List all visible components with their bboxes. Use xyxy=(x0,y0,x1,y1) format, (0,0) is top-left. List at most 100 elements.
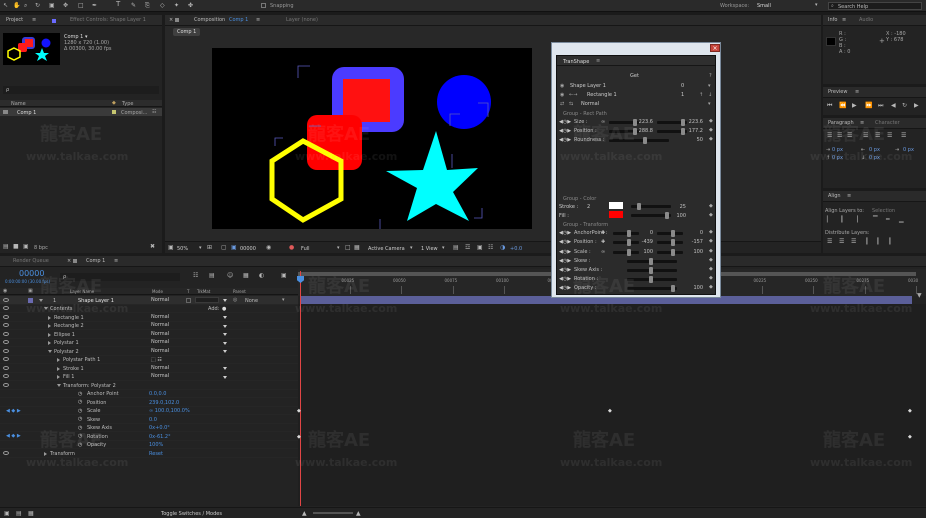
blend-link-icon[interactable]: ⇆ xyxy=(569,101,573,107)
timeline-row[interactable]: Transform Reset xyxy=(0,449,298,458)
visibility-eye-icon[interactable] xyxy=(3,331,9,336)
justify-left-icon[interactable]: ☰ xyxy=(863,132,868,139)
tab-transhape[interactable]: TranShape xyxy=(563,59,589,65)
transhape-slider-knob[interactable] xyxy=(627,230,631,237)
timeline-row[interactable]: Rectangle 2 Normal xyxy=(0,322,298,330)
align-target-select[interactable]: Selection xyxy=(872,208,895,214)
disclosure-triangle-icon[interactable] xyxy=(48,315,51,320)
exposure-icon[interactable]: ◑ xyxy=(500,244,505,251)
new-comp-icon[interactable]: ▣ xyxy=(23,243,29,250)
project-row-comp1[interactable]: Comp 1 Composi... ☷ xyxy=(0,108,162,116)
comp-menu-icon[interactable]: ≡ xyxy=(256,17,260,23)
distribute-bottom-icon[interactable]: ☰ xyxy=(851,238,856,245)
align-top-edges-icon[interactable]: ▔ xyxy=(873,216,878,223)
visibility-eye-icon[interactable] xyxy=(3,297,9,302)
blend-mode-select[interactable]: Normal xyxy=(151,322,228,329)
col-t[interactable]: T xyxy=(187,289,189,294)
parent-pickwhip-icon[interactable]: ◎ xyxy=(233,297,237,303)
disclosure-triangle-icon[interactable] xyxy=(48,324,51,328)
fill-color-swatch[interactable] xyxy=(609,211,623,218)
clone-tool-icon[interactable]: ⎘ xyxy=(145,2,150,9)
keyframe-navigator-icon[interactable]: ◀ ◆ ▶ xyxy=(6,433,21,439)
keyframe-nav-icon[interactable]: ◀◷▶ xyxy=(559,128,571,134)
timeline-menu-icon[interactable]: ≡ xyxy=(114,258,118,264)
blend-mode-select[interactable]: Normal xyxy=(151,373,228,380)
timeline-row[interactable]: ⬚ ☷ Polystar Path 1 xyxy=(0,356,298,364)
tab-audio[interactable]: Audio xyxy=(859,17,873,23)
distribute-v-center-icon[interactable]: ☰ xyxy=(839,238,844,245)
region-of-interest-icon[interactable]: □ xyxy=(345,244,351,251)
stroke-width[interactable]: 2 xyxy=(587,204,590,210)
timeline-row[interactable]: Transform: Polystar 2 xyxy=(0,381,298,390)
timeline-row[interactable]: 1 Shape Layer 1 Normal ◎ None ▾ xyxy=(0,296,298,305)
visibility-eye-icon[interactable] xyxy=(3,314,9,319)
camera-tool-icon[interactable]: ▣ xyxy=(49,2,55,9)
keyframe-rotation-end[interactable]: ◆ xyxy=(908,434,912,440)
zoom-dropdown-icon[interactable]: ▾ xyxy=(199,245,202,252)
playhead[interactable] xyxy=(300,271,301,506)
next-frame-icon[interactable]: ⏩ xyxy=(865,102,872,109)
path-direction-icon[interactable]: ⬚ ☷ xyxy=(151,357,162,363)
layer-visibility-icon[interactable]: ◉ xyxy=(560,83,564,89)
always-preview-icon[interactable]: ▣ xyxy=(168,244,174,251)
timeline-row[interactable]: Stroke 1 Normal xyxy=(0,364,298,373)
zoom-select[interactable]: 50% xyxy=(177,246,188,252)
transhape-slider[interactable] xyxy=(609,137,669,144)
blend-mode-select[interactable]: Normal xyxy=(151,331,228,338)
stopwatch-icon[interactable]: ◷ xyxy=(78,408,82,414)
timeline-row[interactable]: Contents Add: ● xyxy=(0,305,298,313)
keyframe-nav-icon[interactable]: ◀◷▶ xyxy=(559,285,571,291)
stopwatch-icon[interactable]: ◷ xyxy=(78,442,82,448)
fill-opacity[interactable]: 100 xyxy=(666,213,686,219)
timeline-timecode[interactable]: 00000 xyxy=(19,269,44,278)
align-left-icon[interactable]: ☰ xyxy=(827,132,832,139)
preview-menu-icon[interactable]: ≡ xyxy=(855,89,859,95)
first-frame-icon[interactable]: ⏮ xyxy=(827,102,832,109)
exposure-value[interactable]: +0.0 xyxy=(510,246,522,252)
visibility-eye-icon[interactable] xyxy=(3,340,9,344)
transhape-value-x[interactable]: 100 xyxy=(633,249,653,255)
audio-icon[interactable]: ◀ xyxy=(891,102,896,109)
layer-dropdown-icon[interactable]: ▾ xyxy=(708,83,711,89)
toggle-pixel-aspect-icon[interactable]: ▤ xyxy=(453,244,459,251)
visibility-eye-icon[interactable] xyxy=(3,365,9,370)
timeline-row[interactable]: ◀ ◆ ▶ ◷ Scale ∞ 100.0,100.0% xyxy=(0,407,298,415)
blend-dropdown-icon[interactable]: ▾ xyxy=(708,101,711,107)
timeline-row[interactable]: ◷ Skew Axis 0x+0.0° xyxy=(0,424,298,432)
transfer-controls-icon[interactable]: ▤ xyxy=(16,510,22,517)
disclosure-triangle-icon[interactable] xyxy=(57,375,60,379)
disclosure-triangle-icon[interactable] xyxy=(48,349,52,353)
type-tool-icon[interactable]: T xyxy=(116,1,120,8)
visibility-eye-icon[interactable] xyxy=(3,382,9,387)
align-bottom-edges-icon[interactable]: ▁ xyxy=(899,216,904,223)
disclosure-triangle-icon[interactable] xyxy=(48,332,51,337)
stroke-opacity-knob[interactable] xyxy=(637,203,641,210)
layer-name[interactable]: Shape Layer 1 xyxy=(78,298,114,304)
new-folder-icon[interactable]: ■ xyxy=(13,243,19,250)
keyframe-nav-icon[interactable]: ◀◷▶ xyxy=(559,230,571,236)
transhape-slider[interactable] xyxy=(657,230,683,237)
timeline-row[interactable]: Polystar 2 Normal xyxy=(0,347,298,356)
camera-select[interactable]: Active Camera xyxy=(368,246,405,252)
space-before-value[interactable]: 0 px xyxy=(832,155,843,161)
rotate-tool-icon[interactable]: ↻ xyxy=(35,2,40,9)
indent-first-value[interactable]: 0 px xyxy=(903,147,914,153)
tab-project[interactable]: Project xyxy=(6,17,23,23)
close-timeline-icon[interactable]: × xyxy=(67,258,71,264)
property-value[interactable]: 0x+0.0° xyxy=(149,425,170,431)
resolution-dropdown-icon[interactable]: ▾ xyxy=(337,245,340,252)
roto-tool-icon[interactable]: ✦ xyxy=(174,2,179,9)
justify-all-icon[interactable]: ☰ xyxy=(901,132,906,139)
timeline-row[interactable]: Fill 1 Normal xyxy=(0,373,298,381)
safe-zones-icon[interactable]: ⊞ xyxy=(207,244,212,251)
stopwatch-icon[interactable]: ◷ xyxy=(78,433,82,439)
keyframe-scale-start[interactable]: ◆ xyxy=(297,408,301,414)
transhape-value-y[interactable]: 0 xyxy=(683,230,703,236)
add-content-icon[interactable]: ● xyxy=(222,306,226,312)
loop-icon[interactable]: ↻ xyxy=(902,102,907,109)
parent-dropdown-icon[interactable]: ▾ xyxy=(282,297,285,303)
transhape-value-y[interactable]: -157 xyxy=(683,239,703,245)
transhape-slider[interactable] xyxy=(627,285,677,292)
close-comp-icon[interactable]: × xyxy=(169,17,173,23)
visibility-eye-icon[interactable] xyxy=(3,348,9,353)
